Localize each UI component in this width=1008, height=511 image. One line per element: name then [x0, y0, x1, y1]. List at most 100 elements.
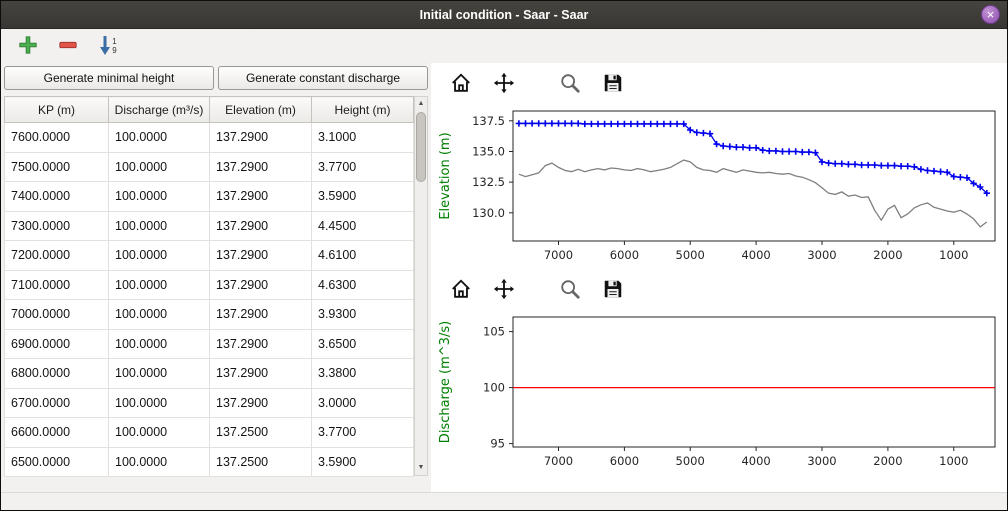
- remove-row-button[interactable]: [55, 33, 81, 59]
- add-row-button[interactable]: [15, 33, 41, 59]
- table-row: 6900.0000100.0000137.29003.6500: [5, 329, 414, 359]
- table-cell[interactable]: 3.7700: [312, 152, 414, 182]
- scrollbar-thumb[interactable]: [416, 112, 426, 182]
- elevation-plot-toolbar: [433, 65, 1007, 103]
- svg-text:135.0: 135.0: [472, 145, 505, 159]
- table-cell[interactable]: 100.0000: [109, 329, 210, 359]
- pan-button[interactable]: [490, 70, 518, 98]
- left-panel: Generate minimal height Generate constan…: [1, 63, 431, 492]
- table-cell[interactable]: 100.0000: [109, 270, 210, 300]
- table-cell[interactable]: 3.9300: [312, 300, 414, 330]
- table-cell[interactable]: 6600.0000: [5, 418, 109, 448]
- table-cell[interactable]: 7500.0000: [5, 152, 109, 182]
- zoom-button[interactable]: [556, 70, 584, 98]
- home-icon: [450, 72, 472, 97]
- table-cell[interactable]: 4.6300: [312, 270, 414, 300]
- column-header[interactable]: KP (m): [5, 97, 109, 123]
- save-button[interactable]: [599, 70, 627, 98]
- scrollbar-track[interactable]: [415, 111, 427, 461]
- table-cell[interactable]: 7400.0000: [5, 182, 109, 212]
- table-cell[interactable]: 137.2900: [210, 123, 312, 153]
- sort-digit-bottom: 9: [112, 46, 116, 55]
- column-header[interactable]: Elevation (m): [210, 97, 312, 123]
- pan-button[interactable]: [490, 276, 518, 304]
- table-cell[interactable]: 6800.0000: [5, 359, 109, 389]
- table-cell[interactable]: 4.4500: [312, 211, 414, 241]
- table-cell[interactable]: 100.0000: [109, 359, 210, 389]
- table-cell[interactable]: 100.0000: [109, 388, 210, 418]
- close-button[interactable]: ×: [981, 5, 1000, 24]
- home-button[interactable]: [447, 70, 475, 98]
- column-header[interactable]: Height (m): [312, 97, 414, 123]
- table-cell[interactable]: 3.7700: [312, 418, 414, 448]
- svg-text:6000: 6000: [610, 454, 639, 468]
- column-header[interactable]: Discharge (m³/s): [109, 97, 210, 123]
- table-cell[interactable]: 7300.0000: [5, 211, 109, 241]
- table-cell[interactable]: 7200.0000: [5, 241, 109, 271]
- table-cell[interactable]: 137.2900: [210, 270, 312, 300]
- table-cell[interactable]: 137.2500: [210, 447, 312, 477]
- generate-constant-discharge-button[interactable]: Generate constant discharge: [218, 66, 428, 90]
- home-button[interactable]: [447, 276, 475, 304]
- bottom-strip: [1, 492, 1007, 510]
- table-cell[interactable]: 3.0000: [312, 388, 414, 418]
- table-cell[interactable]: 137.2900: [210, 300, 312, 330]
- table-cell[interactable]: 137.2500: [210, 418, 312, 448]
- button-row: Generate minimal height Generate constan…: [4, 66, 428, 90]
- table-cell[interactable]: 137.2900: [210, 182, 312, 212]
- table-cell[interactable]: 100.0000: [109, 152, 210, 182]
- scroll-up-arrow-icon[interactable]: ▲: [415, 97, 427, 111]
- pan-icon: [493, 72, 515, 97]
- table-cell[interactable]: 137.2900: [210, 241, 312, 271]
- save-button[interactable]: [599, 276, 627, 304]
- table-cell[interactable]: 100.0000: [109, 123, 210, 153]
- elevation-chart[interactable]: 7000600050004000300020001000130.0132.513…: [433, 103, 1005, 271]
- table-row: 7200.0000100.0000137.29004.6100: [5, 241, 414, 271]
- discharge-chart[interactable]: 700060005000400030002000100095100105Disc…: [433, 309, 1005, 477]
- table-row: 6700.0000100.0000137.29003.0000: [5, 388, 414, 418]
- table-cell[interactable]: 100.0000: [109, 447, 210, 477]
- table-cell[interactable]: 7600.0000: [5, 123, 109, 153]
- table-cell[interactable]: 3.5900: [312, 182, 414, 212]
- table-cell[interactable]: 6500.0000: [5, 447, 109, 477]
- table-cell[interactable]: 7000.0000: [5, 300, 109, 330]
- table-cell[interactable]: 100.0000: [109, 418, 210, 448]
- table-cell[interactable]: 3.1000: [312, 123, 414, 153]
- table-cell[interactable]: 137.2900: [210, 359, 312, 389]
- svg-text:1000: 1000: [939, 454, 968, 468]
- main-toolbar: 1 9: [1, 29, 1007, 63]
- table-row: 7500.0000100.0000137.29003.7700: [5, 152, 414, 182]
- table-cell[interactable]: 3.3800: [312, 359, 414, 389]
- initial-condition-table: KP (m)Discharge (m³/s)Elevation (m)Heigh…: [4, 96, 414, 477]
- table-cell[interactable]: 4.6100: [312, 241, 414, 271]
- table-cell[interactable]: 137.2900: [210, 211, 312, 241]
- svg-text:Elevation (m): Elevation (m): [438, 132, 453, 219]
- table-cell[interactable]: 100.0000: [109, 182, 210, 212]
- right-panel: 7000600050004000300020001000130.0132.513…: [431, 63, 1007, 492]
- table-cell[interactable]: 100.0000: [109, 300, 210, 330]
- svg-text:Discharge (m^3/s): Discharge (m^3/s): [438, 321, 453, 443]
- table-cell[interactable]: 3.6500: [312, 329, 414, 359]
- titlebar[interactable]: Initial condition - Saar - Saar ×: [1, 1, 1007, 29]
- discharge-plot-toolbar: [433, 271, 1007, 309]
- generate-minimal-height-button[interactable]: Generate minimal height: [4, 66, 214, 90]
- table-cell[interactable]: 100.0000: [109, 241, 210, 271]
- table-cell[interactable]: 3.5900: [312, 447, 414, 477]
- table-cell[interactable]: 137.2900: [210, 152, 312, 182]
- svg-text:7000: 7000: [544, 248, 573, 262]
- svg-text:3000: 3000: [807, 454, 836, 468]
- table-cell[interactable]: 7100.0000: [5, 270, 109, 300]
- sort-rows-button[interactable]: 1 9: [95, 33, 121, 59]
- vertical-scrollbar[interactable]: ▲ ▼: [414, 96, 428, 476]
- svg-text:3000: 3000: [807, 248, 836, 262]
- table-cell[interactable]: 100.0000: [109, 211, 210, 241]
- content: Generate minimal height Generate constan…: [1, 63, 1007, 492]
- table-cell[interactable]: 137.2900: [210, 388, 312, 418]
- table-cell[interactable]: 137.2900: [210, 329, 312, 359]
- svg-text:100: 100: [483, 381, 505, 395]
- zoom-button[interactable]: [556, 276, 584, 304]
- table-cell[interactable]: 6900.0000: [5, 329, 109, 359]
- scroll-down-arrow-icon[interactable]: ▼: [415, 461, 427, 475]
- table-cell[interactable]: 6700.0000: [5, 388, 109, 418]
- sort-rows-icon: [99, 34, 111, 59]
